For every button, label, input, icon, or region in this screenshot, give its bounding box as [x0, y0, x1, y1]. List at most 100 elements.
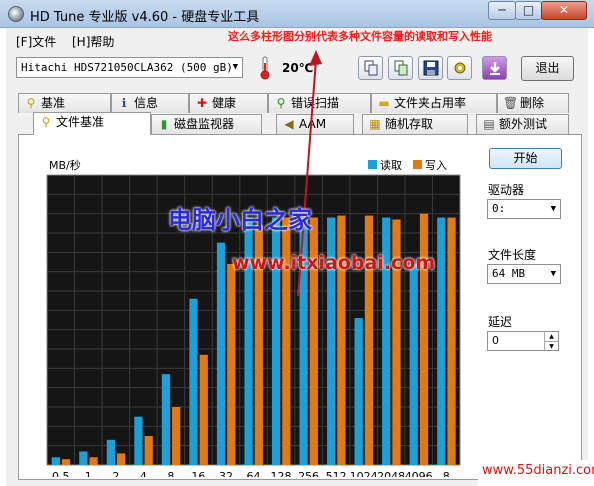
tab-health[interactable]: ✚ 健康 [189, 93, 268, 113]
tab-label: 磁盘监视器 [174, 117, 235, 131]
tab-label: 文件夹占用率 [394, 96, 467, 110]
extra-tests-icon: ▤ [483, 117, 495, 131]
window-title: HD Tune 专业版 v4.60 - 硬盘专业工具 [30, 10, 260, 25]
x-tick-label: 256 [298, 470, 319, 477]
x-tick-label: 4 [140, 470, 147, 477]
tab-random-access[interactable]: ▦ 随机存取 [362, 114, 468, 134]
delay-spinner[interactable]: 0 ▲ ▼ [487, 331, 559, 351]
write-bar [89, 457, 98, 465]
benchmark-icon: ⚲ [26, 96, 36, 110]
x-tick-label: 512 [326, 470, 347, 477]
x-tick-label: 32 [219, 470, 233, 477]
file-length-label: 文件长度 [488, 248, 537, 262]
minimize-button[interactable]: ─ [488, 1, 516, 20]
copy-info-icon [364, 60, 377, 76]
delay-value: 0 [492, 334, 499, 347]
drive-number-dropdown[interactable]: 0: ▼ [487, 199, 561, 219]
legend-swatch [368, 160, 377, 169]
read-bar [51, 457, 60, 465]
drive-dropdown[interactable]: Hitachi HDS721050CLA362 (500 gB) ▼ [16, 57, 243, 78]
read-bar [134, 416, 143, 465]
read-bar [409, 263, 418, 465]
chevron-down-icon: ▼ [550, 204, 556, 214]
write-bar [117, 453, 126, 465]
tab-info[interactable]: ℹ 信息 [111, 93, 189, 113]
options-icon [454, 62, 465, 74]
spin-down-icon[interactable]: ▼ [544, 341, 558, 350]
read-bar [354, 318, 363, 465]
hd-tune-app-icon [8, 6, 24, 22]
annotation-text: 这么多柱形图分别代表多种文件容量的读取和写入性能 [228, 30, 492, 43]
menu-help[interactable]: [H]帮助 [72, 33, 114, 50]
x-tick-label: 64 [247, 470, 261, 477]
file-length-dropdown[interactable]: 64 MB ▼ [487, 264, 561, 284]
read-bar [106, 439, 116, 465]
tab-label: 信息 [134, 96, 159, 110]
write-bar [447, 217, 456, 465]
x-tick-label: 8 [443, 470, 450, 477]
x-tick-label: 1024 [350, 470, 378, 477]
maximize-button[interactable]: □ [515, 1, 542, 20]
drive-label: 驱动器 [488, 183, 525, 197]
error-scan-icon: ⚲ [276, 96, 286, 110]
chevron-down-icon: ▼ [232, 62, 238, 72]
x-tick-label: 4096 [405, 470, 433, 477]
save-button[interactable] [418, 56, 443, 80]
read-bar [161, 374, 171, 465]
x-tick-label: 8 [167, 470, 174, 477]
watermark-corner-url: www.55dianzi.com [478, 460, 594, 486]
read-bar [216, 242, 226, 465]
drive-number-value: 0: [492, 202, 506, 215]
options-button[interactable] [447, 56, 472, 80]
health-icon: ✚ [196, 96, 208, 110]
save-icon [423, 60, 438, 76]
read-bar [437, 217, 446, 465]
spin-up-icon[interactable]: ▲ [544, 332, 558, 341]
legend-label: 写入 [425, 159, 447, 172]
tab-label: 健康 [212, 96, 237, 110]
file-benchmark-icon: ⚲ [41, 115, 51, 129]
title-bar: HD Tune 专业版 v4.60 - 硬盘专业工具 ─ □ ✕ [0, 0, 594, 28]
tab-extra-tests[interactable]: ▤ 额外测试 [476, 114, 569, 134]
tab-label: 文件基准 [56, 115, 105, 129]
copy-info-button[interactable] [358, 56, 383, 80]
tab-label: 随机存取 [385, 117, 434, 131]
read-bar [79, 451, 88, 465]
write-bar [227, 263, 236, 465]
write-bar [144, 436, 153, 465]
x-tick-label: 0.5 [52, 470, 69, 477]
tab-erase[interactable]: 🗑 删除 [497, 93, 569, 113]
thermometer-icon [260, 56, 270, 80]
tab-disk-monitor[interactable]: ▮ 磁盘监视器 [151, 114, 262, 134]
write-bar [172, 407, 181, 465]
y-axis-label: MB/秒 [49, 158, 81, 172]
tab-label: 额外测试 [499, 117, 548, 131]
x-tick-label: 16 [191, 470, 205, 477]
tab-file-benchmark[interactable]: ⚲ 文件基准 [33, 112, 151, 135]
delay-label: 延迟 [488, 315, 513, 329]
write-bar [199, 354, 208, 465]
drive-dropdown-value: Hitachi HDS721050CLA362 (500 gB) [21, 61, 233, 74]
x-tick-label: 2 [112, 470, 119, 477]
disk-monitor-icon: ▮ [160, 117, 168, 131]
info-icon: ℹ [121, 96, 127, 110]
exit-button[interactable]: 退出 [521, 56, 574, 81]
copy-screenshot-icon [394, 60, 407, 76]
legend-label: 读取 [380, 158, 402, 172]
tab-label: 删除 [520, 96, 545, 110]
menu-file[interactable]: [F]文件 [16, 33, 56, 50]
download-button[interactable] [482, 56, 507, 80]
x-tick-label: 128 [271, 470, 292, 477]
x-tick-label: 2048 [377, 470, 405, 477]
start-button[interactable]: 开始 [489, 148, 562, 169]
read-bar [189, 298, 198, 465]
folder-usage-icon: ▬ [378, 96, 390, 110]
write-bar [61, 459, 71, 465]
watermark-site-name: 电脑小白之家 [168, 206, 312, 234]
close-button[interactable]: ✕ [541, 1, 587, 20]
file-length-value: 64 MB [492, 267, 526, 280]
tab-folder-usage[interactable]: ▬ 文件夹占用率 [371, 93, 497, 113]
watermark-site-url: www.itxiaobai.com [232, 252, 436, 274]
tab-benchmark[interactable]: ⚲ 基准 [18, 93, 111, 113]
copy-screenshot-button[interactable] [388, 56, 413, 80]
